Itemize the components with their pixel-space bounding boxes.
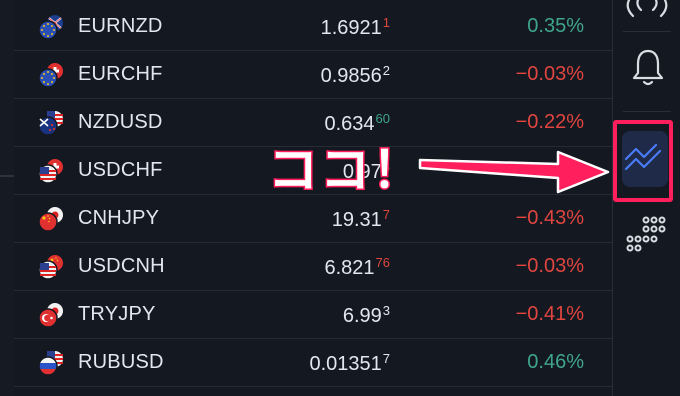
symbol-label: USDCHF: [78, 159, 163, 181]
change-percent: −0.43%: [515, 207, 584, 229]
highlight-frame: [613, 120, 673, 202]
annotation-label: ココ！: [267, 140, 424, 201]
price-value: 1.69211: [321, 15, 390, 40]
price-last-digit: 7: [382, 351, 390, 366]
price-main: 6.821: [324, 257, 375, 279]
price-main: 0.01351: [309, 353, 382, 375]
symbol-label: RUBUSD: [78, 351, 164, 373]
change-percent: 0.46%: [527, 351, 584, 373]
bell-icon[interactable]: [631, 48, 665, 93]
rub-usd-flag-icon: [38, 350, 64, 376]
left-panel-edge: [0, 0, 14, 396]
pointer-arrow-icon: [418, 138, 610, 199]
change-percent: −0.03%: [515, 63, 584, 85]
price-last-digit: 3: [382, 303, 390, 318]
try-jpy-flag-icon: [38, 302, 64, 328]
price-value: 6.82176: [324, 255, 390, 280]
change-percent: −0.03%: [515, 255, 584, 277]
signal-icon[interactable]: [623, 0, 671, 27]
grid-dots-icon[interactable]: [623, 215, 667, 260]
usd-chf-flag-icon: [38, 158, 64, 184]
cnh-jpy-flag-icon: [38, 206, 64, 232]
symbol-label: EURCHF: [78, 63, 163, 85]
eur-chf-flag-icon: [38, 62, 64, 88]
price-value: 6.993: [343, 303, 390, 328]
panel-divider: [0, 175, 14, 177]
symbol-label: CNHJPY: [78, 207, 160, 229]
price-main: 6.99: [342, 305, 382, 327]
price-last-digit: 1: [382, 15, 390, 30]
symbol-label: EURNZD: [78, 15, 163, 37]
price-main: 1.6921: [320, 17, 382, 39]
price-last-digit: 76: [375, 255, 390, 270]
eur-nzd-flag-icon: [38, 14, 64, 40]
symbol-label: TRYJPY: [78, 303, 156, 325]
price-main: 19.31: [331, 209, 382, 231]
sidebar-divider: [623, 31, 671, 32]
change-percent: −0.22%: [515, 111, 584, 133]
watchlist-row-eurchf[interactable]: EURCHF 0.98562 −0.03%: [14, 51, 612, 99]
symbol-label: USDCNH: [78, 255, 165, 277]
sidebar-divider: [623, 111, 671, 112]
price-value: 0.98562: [321, 63, 390, 88]
price-main: 0.9856: [320, 65, 382, 87]
price-value: 19.317: [332, 207, 390, 232]
nzd-usd-flag-icon: [38, 110, 64, 136]
change-percent: 0.35%: [527, 15, 584, 37]
change-percent: −0.41%: [515, 303, 584, 325]
usd-cnh-flag-icon: [38, 254, 64, 280]
watchlist-row-usdcnh[interactable]: USDCNH 6.82176 −0.03%: [14, 243, 612, 291]
price-last-digit: 2: [382, 63, 390, 78]
watchlist-row-cnhjpy[interactable]: CNHJPY 19.317 −0.43%: [14, 195, 612, 243]
price-last-digit: 60: [375, 111, 390, 126]
watchlist-row-rubusd[interactable]: RUBUSD 0.013517 0.46%: [14, 339, 612, 387]
watchlist-row-tryjpy[interactable]: TRYJPY 6.993 −0.41%: [14, 291, 612, 339]
price-last-digit: 7: [382, 207, 390, 222]
symbol-label: NZDUSD: [78, 111, 163, 133]
watchlist-row-eurnzd[interactable]: EURNZD 1.69211 0.35%: [14, 3, 612, 51]
price-value: 0.013517: [309, 351, 390, 376]
